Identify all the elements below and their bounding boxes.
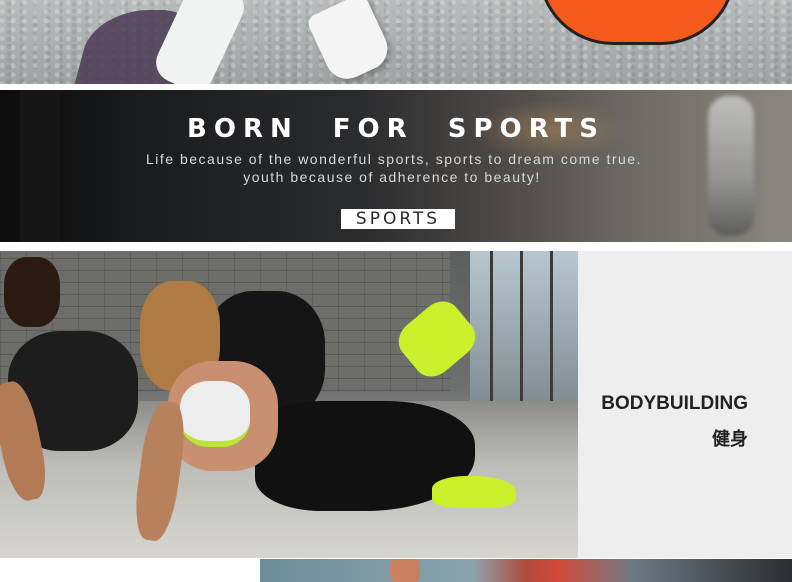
orange-bag <box>538 0 736 45</box>
banner-tagline-line-2: youth because of adherence to beauty! <box>243 169 541 185</box>
category-title-en: BODYBUILDING <box>601 393 748 414</box>
next-photo-strip <box>260 559 792 582</box>
neon-sneaker-floor <box>432 476 516 508</box>
bodybuilding-photo[interactable] <box>0 251 578 558</box>
top-photo-strip <box>0 0 792 84</box>
athlete-left-hair <box>4 257 60 327</box>
banner-title: BORN FOR SPORTS <box>187 114 605 144</box>
sports-badge: SPORTS <box>341 209 455 229</box>
runner-arm <box>390 559 420 582</box>
window <box>470 251 578 411</box>
banner-tagline-line-1: Life because of the wonderful sports, sp… <box>146 151 642 167</box>
category-title-zh: 健身 <box>712 429 748 450</box>
white-sneaker <box>305 0 395 84</box>
sports-bra <box>180 381 250 447</box>
